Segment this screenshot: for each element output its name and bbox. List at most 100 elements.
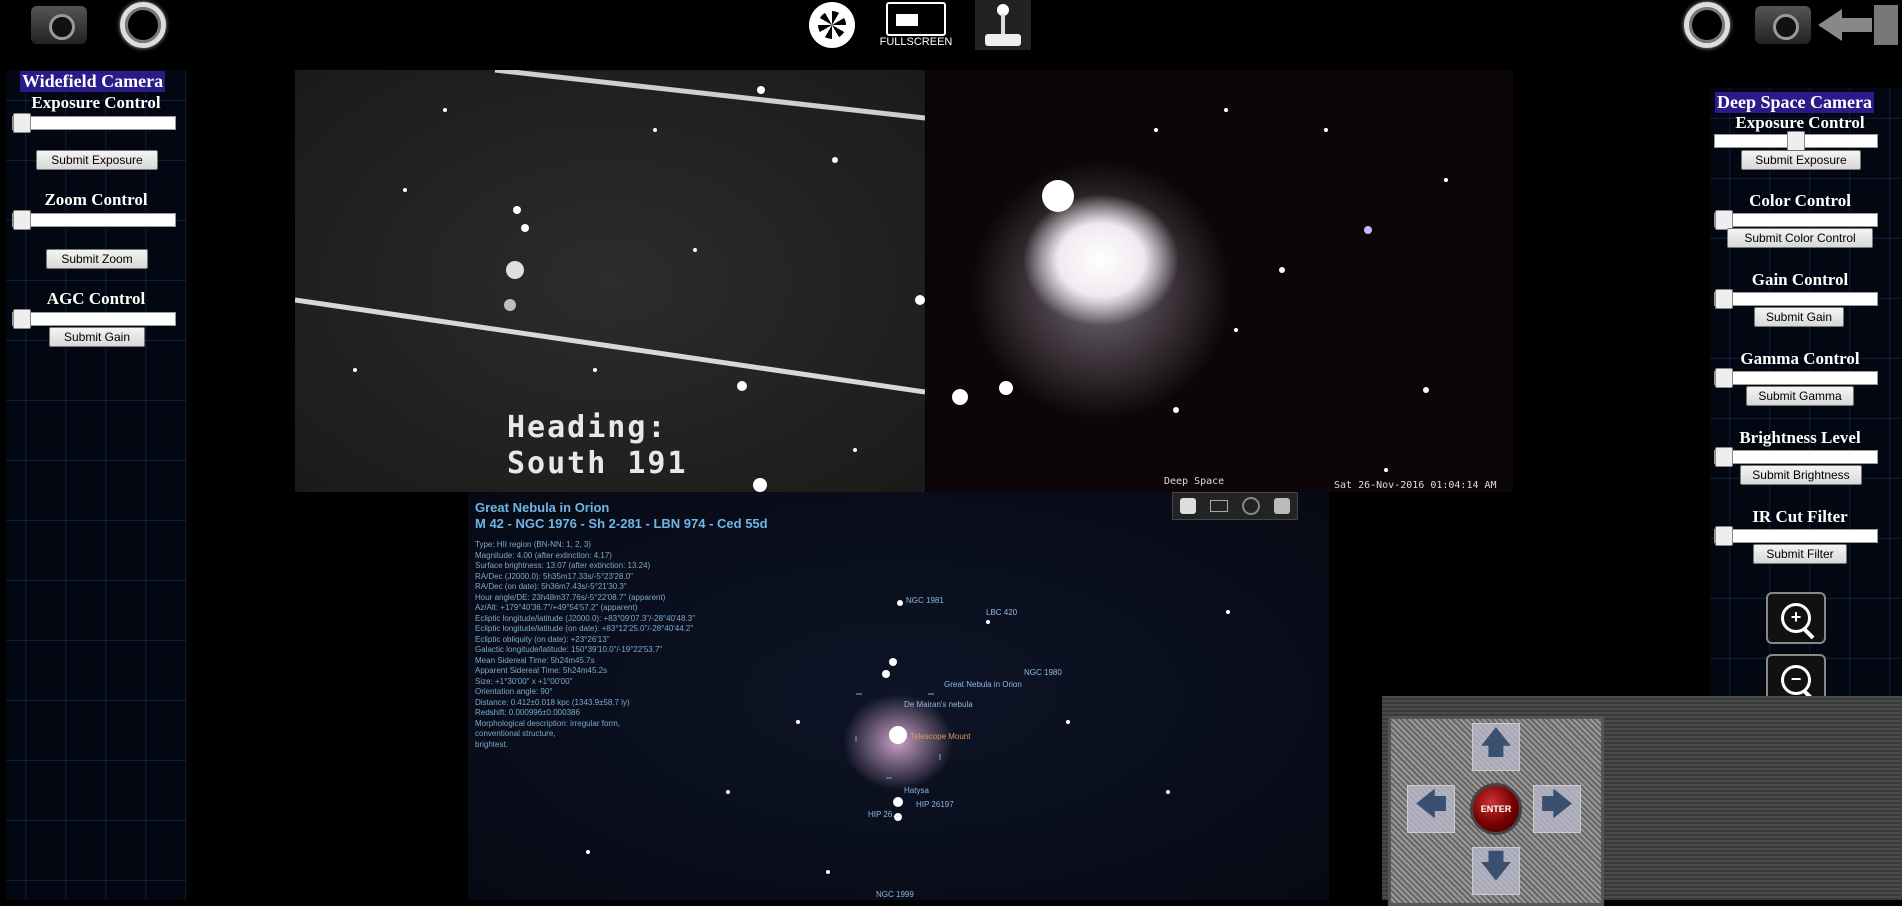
deepspace-brightness-submit-button[interactable]: Submit Brightness: [1740, 465, 1862, 485]
fullscreen-button[interactable]: FULLSCREEN: [876, 0, 956, 50]
widefield-zoom-slider[interactable]: [12, 210, 176, 230]
joystick-button[interactable]: [973, 0, 1033, 50]
info-line: Mean Sidereal Time: 5h24m45.7s: [475, 655, 595, 665]
deepspace-gamma-submit-button[interactable]: Submit Gamma: [1746, 386, 1854, 406]
slider-knob[interactable]: [13, 210, 31, 230]
deepspace-gain-slider[interactable]: [1714, 289, 1878, 309]
deepspace-brightness-label: Brightness Level: [1739, 428, 1861, 447]
info-line: Ecliptic longitude/latitude (on date): +…: [475, 624, 694, 633]
deepspace-brightness-slider[interactable]: [1714, 447, 1878, 467]
planetarium-toolbar: [1172, 492, 1298, 520]
deepspace-exposure-slider[interactable]: [1714, 131, 1878, 151]
widefield-title: Widefield Camera: [20, 71, 166, 92]
info-line: conventional structure,: [475, 729, 556, 738]
deepspace-osd-label: Deep Space: [1164, 476, 1225, 487]
object-info-list: Type: HII region (BN-NN: 1, 2, 3) Magnit…: [475, 540, 695, 750]
sky-label-ngc1999: NGC 1999: [876, 890, 914, 899]
heading-overlay-line1: Heading:: [507, 410, 668, 445]
slider-knob[interactable]: [1715, 210, 1733, 230]
camera-icon: [1755, 6, 1811, 44]
move-right-button[interactable]: 🡆: [1533, 785, 1581, 833]
exit-button[interactable]: [1816, 0, 1900, 50]
dpad: 🡅 🡄 ENTER 🡆 🡇: [1388, 716, 1604, 906]
arrow-left-icon: 🡄: [1414, 785, 1448, 823]
ring-icon: [120, 2, 166, 48]
sky-label-hatysa: Hatysa: [904, 786, 929, 795]
enter-button[interactable]: ENTER: [1470, 783, 1522, 835]
exit-icon: [1818, 3, 1898, 47]
widefield-zoom-label: Zoom Control: [44, 190, 148, 209]
widefield-agc-submit-button[interactable]: Submit Gain: [49, 327, 145, 347]
deepspace-exposure-label: Exposure Control: [1735, 113, 1865, 132]
slider-knob[interactable]: [13, 309, 31, 329]
widefield-zoom-submit-button[interactable]: Submit Zoom: [46, 249, 148, 269]
deepspace-gamma-slider[interactable]: [1714, 368, 1878, 388]
arrow-down-icon: 🡇: [1479, 847, 1513, 885]
planetarium-view[interactable]: Great Nebula in Orion M 42 - NGC 1976 - …: [468, 492, 1329, 900]
fullscreen-icon: [886, 2, 946, 36]
sky-label-hip26197: HIP 26197: [916, 800, 954, 809]
deepspace-gamma-label: Gamma Control: [1740, 349, 1860, 368]
info-line: Morphological description: irregular for…: [475, 718, 620, 728]
info-line: RA/Dec (on date): 5h36m7.43s/-5°21'30.3": [475, 582, 627, 591]
capture-shutter-button[interactable]: [806, 0, 858, 50]
deepspace-gain-submit-button[interactable]: Submit Gain: [1754, 307, 1844, 327]
widefield-agc-slider[interactable]: [12, 309, 176, 329]
info-line: RA/Dec (J2000.0): 5h35m17.33s/-5°23'28.0…: [475, 571, 633, 581]
info-line: Galactic longitude/latitude: 150°39'10.0…: [475, 645, 663, 654]
widefield-exposure-slider[interactable]: [12, 113, 176, 133]
widefield-exposure-submit-button[interactable]: Submit Exposure: [36, 150, 158, 170]
zoom-in-icon: +: [1781, 603, 1811, 633]
info-line: Orientation angle: 90°: [475, 687, 553, 696]
info-line: Az/Alt: +179°40'36.7"/+49°54'57.2" (appa…: [475, 603, 638, 612]
info-line: Distance: 0.412±0.018 kpc (1343.9±58.7 l…: [475, 697, 630, 707]
target-icon[interactable]: [1242, 497, 1260, 515]
deepspace-color-submit-button[interactable]: Submit Color Control: [1727, 228, 1873, 248]
info-line: Redshift: 0.000996±0.000386: [475, 708, 580, 717]
snapshot-icon[interactable]: [1180, 498, 1196, 514]
zoom-in-button[interactable]: +: [1766, 592, 1826, 644]
deepspace-ircut-submit-button[interactable]: Submit Filter: [1753, 544, 1847, 564]
slider-knob[interactable]: [1715, 447, 1733, 467]
info-line: Ecliptic longitude/latitude (J2000.0): +…: [475, 613, 695, 623]
deepspace-title: Deep Space Camera: [1715, 92, 1874, 113]
camera-snapshot-button[interactable]: [28, 0, 90, 50]
deepspace-color-label: Color Control: [1749, 191, 1851, 210]
deepspace-color-slider[interactable]: [1714, 210, 1878, 230]
joystick-icon: [975, 0, 1031, 50]
deepspace-exposure-submit-button[interactable]: Submit Exposure: [1741, 150, 1861, 170]
slider-knob[interactable]: [1715, 368, 1733, 388]
widefield-agc-label: AGC Control: [46, 289, 146, 308]
deepspace-gain-label: Gain Control: [1751, 270, 1849, 289]
info-line: Apparent Sidereal Time: 5h24m45.2s: [475, 666, 608, 675]
heading-overlay-line2: South 191: [507, 446, 688, 481]
info-line: Hour angle/DE: 23h48m37.76s/-5°22'08.7" …: [475, 592, 666, 602]
move-down-button[interactable]: 🡇: [1472, 847, 1520, 895]
ring-icon: [1684, 2, 1730, 48]
sky-label-telescope-mount: Telescope Mount: [910, 732, 971, 741]
camera-icon: [31, 6, 87, 44]
deepspace-camera-button[interactable]: [1752, 0, 1814, 50]
deepspace-ring-button[interactable]: [1684, 0, 1730, 50]
deepspace-ircut-slider[interactable]: [1714, 526, 1878, 546]
slider-knob[interactable]: [1715, 289, 1733, 309]
slider-knob[interactable]: [1787, 131, 1805, 151]
move-left-button[interactable]: 🡄: [1407, 785, 1455, 833]
info-line: brightest.: [475, 739, 508, 749]
move-up-button[interactable]: 🡅: [1472, 723, 1520, 771]
info-line: Surface brightness: 13.07 (after extinct…: [475, 561, 651, 570]
deepspace-ircut-label: IR Cut Filter: [1752, 507, 1848, 526]
window-icon[interactable]: [1210, 500, 1228, 512]
deepspace-video-feed: Deep Space Sat 26-Nov-2016 01:04:14 AM: [926, 70, 1513, 492]
fullscreen-label: FULLSCREEN: [879, 36, 953, 48]
sky-label-hip26: HIP 26…: [868, 810, 901, 819]
settings-icon[interactable]: [1274, 498, 1290, 514]
widefield-ring-button[interactable]: [120, 0, 166, 50]
deepspace-starfield: [952, 108, 1448, 472]
info-line: Magnitude: 4.00 (after extinction: 4.17): [475, 550, 612, 560]
info-line: Ecliptic obliquity (on date): +23°26'13": [475, 634, 610, 644]
info-line: Type: HII region (BN-NN: 1, 2, 3): [475, 540, 592, 549]
slider-knob[interactable]: [1715, 526, 1733, 546]
slider-knob[interactable]: [13, 113, 31, 133]
deepspace-osd-timestamp: Sat 26-Nov-2016 01:04:14 AM: [1334, 480, 1497, 491]
